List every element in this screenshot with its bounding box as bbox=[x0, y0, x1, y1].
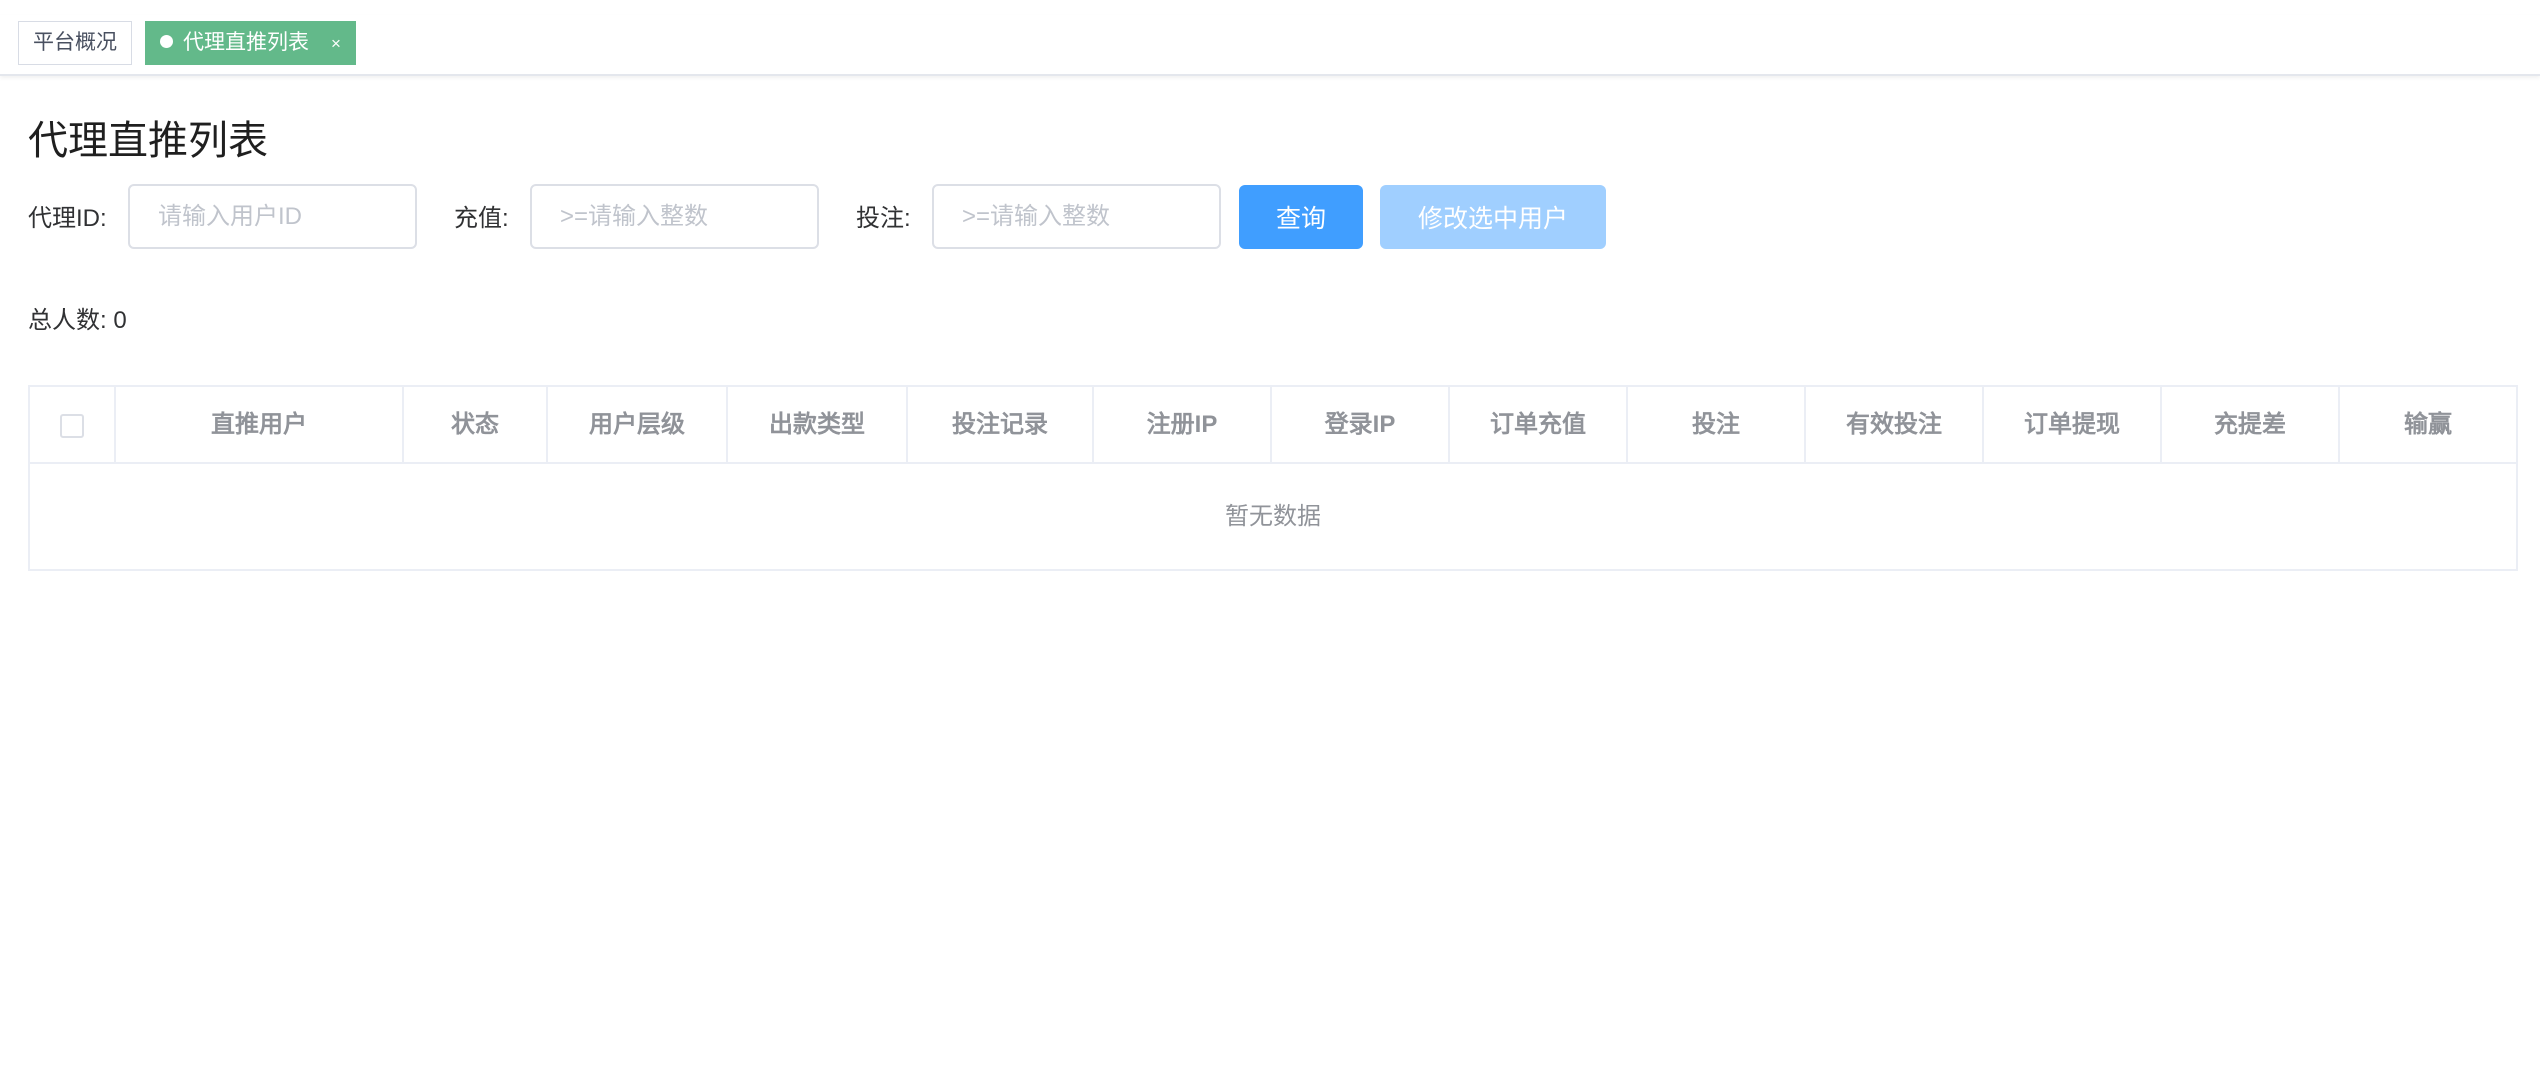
select-all-checkbox[interactable] bbox=[60, 413, 84, 438]
agent-id-label: 代理ID: bbox=[28, 205, 107, 232]
column-header[interactable]: 投注记录 bbox=[908, 387, 1094, 462]
column-header[interactable]: 充提差 bbox=[2162, 387, 2340, 462]
column-header[interactable]: 状态 bbox=[404, 387, 548, 462]
column-header[interactable]: 登录IP bbox=[1272, 387, 1450, 462]
table-header: 直推用户 状态 用户层级 出款类型 投注记录 注册IP 登录IP 订单充值 投注… bbox=[30, 387, 2516, 464]
close-icon[interactable]: × bbox=[331, 23, 341, 65]
column-header[interactable]: 有效投注 bbox=[1806, 387, 1984, 462]
recharge-label: 充值: bbox=[454, 205, 509, 232]
column-header[interactable]: 订单充值 bbox=[1450, 387, 1628, 462]
bet-input[interactable] bbox=[932, 184, 1221, 249]
total-count: 总人数: 0 bbox=[28, 300, 127, 335]
page-title: 代理直推列表 bbox=[28, 119, 268, 163]
column-header[interactable]: 直推用户 bbox=[116, 387, 404, 462]
column-header[interactable]: 用户层级 bbox=[548, 387, 728, 462]
column-header[interactable]: 订单提现 bbox=[1984, 387, 2162, 462]
tab-label: 平台概况 bbox=[33, 31, 117, 54]
tags-view-bar: 平台概况 代理直推列表 × bbox=[0, 15, 2540, 76]
total-value: 0 bbox=[113, 307, 127, 334]
total-label: 总人数: bbox=[28, 307, 107, 334]
column-header[interactable]: 注册IP bbox=[1094, 387, 1272, 462]
tab-platform-overview[interactable]: 平台概况 bbox=[18, 21, 132, 65]
recharge-input[interactable] bbox=[530, 184, 819, 249]
column-header[interactable]: 出款类型 bbox=[728, 387, 908, 462]
column-header[interactable]: 投注 bbox=[1628, 387, 1806, 462]
modify-selected-users-button[interactable]: 修改选中用户 bbox=[1380, 185, 1606, 249]
empty-state-text: 暂无数据 bbox=[1225, 503, 1321, 530]
query-button[interactable]: 查询 bbox=[1239, 185, 1363, 249]
agent-id-input[interactable] bbox=[128, 184, 417, 249]
active-dot-icon bbox=[160, 35, 173, 48]
select-all-cell bbox=[30, 387, 116, 462]
bet-label: 投注: bbox=[856, 205, 911, 232]
tab-agent-direct-list[interactable]: 代理直推列表 × bbox=[145, 21, 356, 65]
tab-label: 代理直推列表 bbox=[183, 31, 309, 54]
agent-direct-table: 直推用户 状态 用户层级 出款类型 投注记录 注册IP 登录IP 订单充值 投注… bbox=[28, 385, 2518, 571]
column-header[interactable]: 输赢 bbox=[2340, 387, 2516, 462]
